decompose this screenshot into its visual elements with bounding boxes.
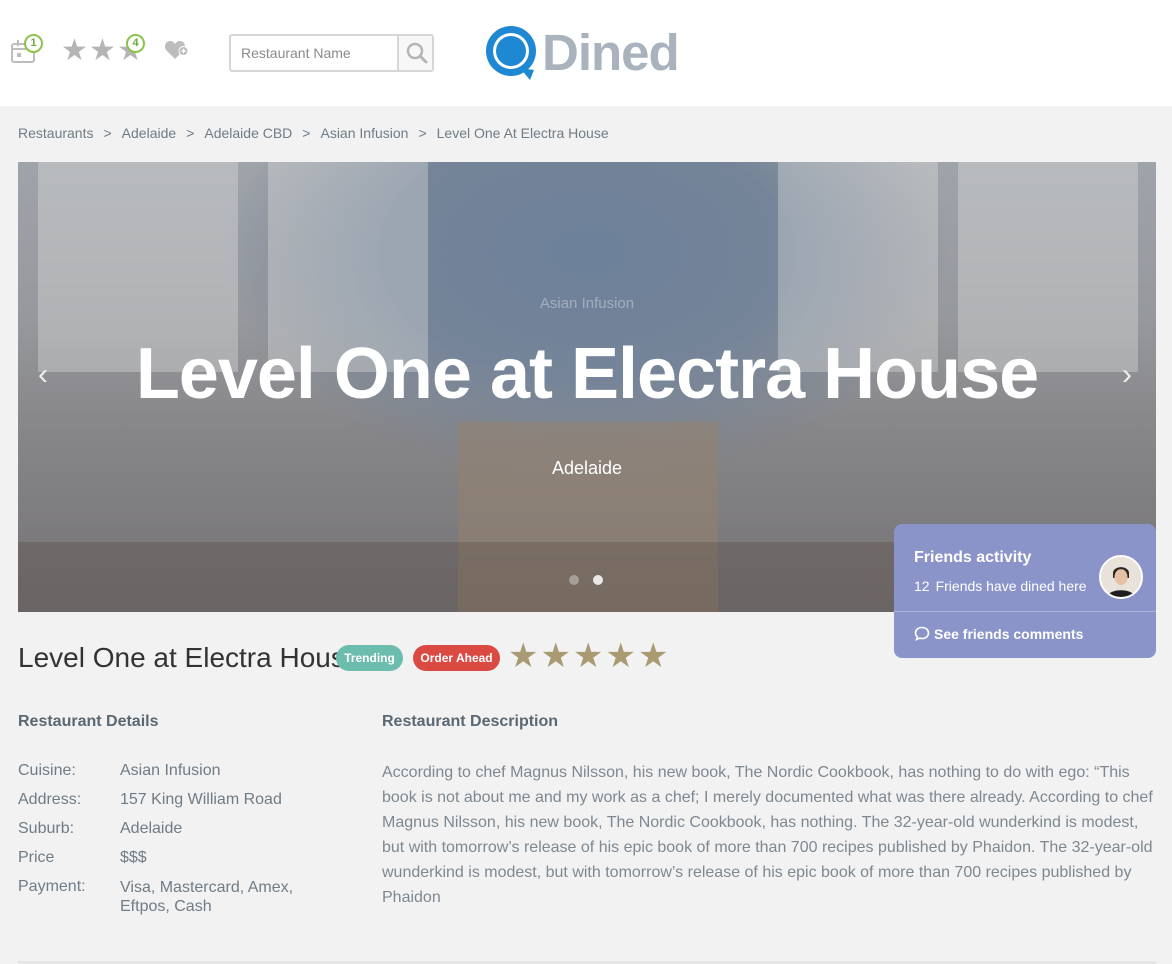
hero-title: Level One at Electra House bbox=[135, 334, 1039, 414]
comment-icon bbox=[914, 626, 930, 644]
breadcrumb-separator: > bbox=[103, 125, 112, 141]
carousel-dot[interactable] bbox=[569, 575, 579, 585]
breadcrumb-separator: > bbox=[418, 125, 427, 141]
heart-plus-icon[interactable] bbox=[164, 38, 190, 62]
star-icon: ★ bbox=[637, 637, 671, 675]
friends-activity-card: Friends activity 12 Friends have dined he… bbox=[894, 524, 1156, 658]
dined-logo[interactable]: Dined bbox=[482, 22, 682, 84]
detail-value: Adelaide bbox=[120, 820, 183, 837]
carousel-dot-active[interactable] bbox=[593, 575, 603, 585]
star-icon: ★ bbox=[540, 637, 573, 675]
detail-value: 157 King William Road bbox=[120, 791, 282, 808]
search-icon bbox=[406, 42, 428, 64]
carousel-next-button[interactable]: › bbox=[1122, 360, 1132, 390]
avatar[interactable] bbox=[1099, 555, 1143, 599]
hero-city: Adelaide bbox=[551, 458, 623, 478]
order-ahead-badge[interactable]: Order Ahead bbox=[413, 645, 500, 671]
restaurant-description-title: Restaurant Description bbox=[382, 713, 559, 730]
star-icon[interactable]: ★ bbox=[61, 36, 88, 66]
rating-stars: ★★★★★ bbox=[508, 636, 670, 676]
search-input[interactable] bbox=[231, 36, 397, 70]
detail-value: Visa, Mastercard, Amex, Eftpos, Cash bbox=[120, 879, 294, 915]
detail-label: Address: bbox=[18, 791, 82, 808]
breadcrumb-item[interactable]: Adelaide bbox=[122, 125, 177, 141]
logo-mark-icon bbox=[486, 26, 536, 80]
trending-badge: Trending bbox=[336, 645, 403, 671]
calendar-count-badge: 1 bbox=[24, 34, 43, 53]
breadcrumb-separator: > bbox=[186, 125, 195, 141]
restaurant-description: According to chef Magnus Nilsson, his ne… bbox=[382, 764, 1153, 906]
see-friends-comments-label: See friends comments bbox=[934, 626, 1084, 642]
detail-label: Price bbox=[18, 849, 55, 866]
restaurant-name: Level One at Electra House bbox=[18, 642, 361, 673]
hero-cuisine: Asian Infusion bbox=[539, 295, 635, 312]
detail-label: Payment: bbox=[18, 878, 86, 895]
logo-text: Dined bbox=[542, 24, 680, 81]
breadcrumb-item[interactable]: Adelaide CBD bbox=[204, 125, 292, 141]
divider bbox=[894, 611, 1156, 612]
detail-value: $$$ bbox=[120, 849, 147, 866]
restaurant-search bbox=[229, 34, 434, 72]
search-button[interactable] bbox=[397, 36, 432, 70]
breadcrumb-item[interactable]: Asian Infusion bbox=[320, 125, 408, 141]
breadcrumb-current: Level One At Electra House bbox=[436, 125, 609, 141]
see-friends-comments-link[interactable]: See friends comments bbox=[914, 626, 1083, 644]
friends-activity-title: Friends activity bbox=[914, 549, 1032, 566]
friends-count-number: 12 bbox=[914, 578, 930, 594]
breadcrumb-item[interactable]: Restaurants bbox=[18, 125, 93, 141]
site-header: 1 ★ ★ ★ 4 Dined bbox=[0, 0, 1172, 106]
detail-value: Asian Infusion bbox=[120, 762, 221, 779]
carousel-prev-button[interactable]: ‹ bbox=[38, 360, 48, 390]
breadcrumb: Restaurants > Adelaide > Adelaide CBD > Asian … bbox=[18, 125, 609, 141]
star-icon: ★ bbox=[572, 637, 606, 675]
detail-label: Suburb: bbox=[18, 820, 75, 837]
star-icon: ★ bbox=[605, 637, 638, 675]
friends-count-label: Friends have dined here bbox=[935, 578, 1087, 594]
carousel-dots bbox=[569, 572, 617, 590]
detail-label: Cuisine: bbox=[18, 762, 76, 779]
friends-dined-count: 12 Friends have dined here bbox=[914, 578, 1087, 594]
restaurant-details-title: Restaurant Details bbox=[18, 713, 159, 730]
star-icon: ★ bbox=[508, 637, 541, 675]
breadcrumb-separator: > bbox=[302, 125, 311, 141]
ratings-count-badge: 4 bbox=[126, 34, 145, 53]
star-icon[interactable]: ★ bbox=[89, 36, 116, 66]
